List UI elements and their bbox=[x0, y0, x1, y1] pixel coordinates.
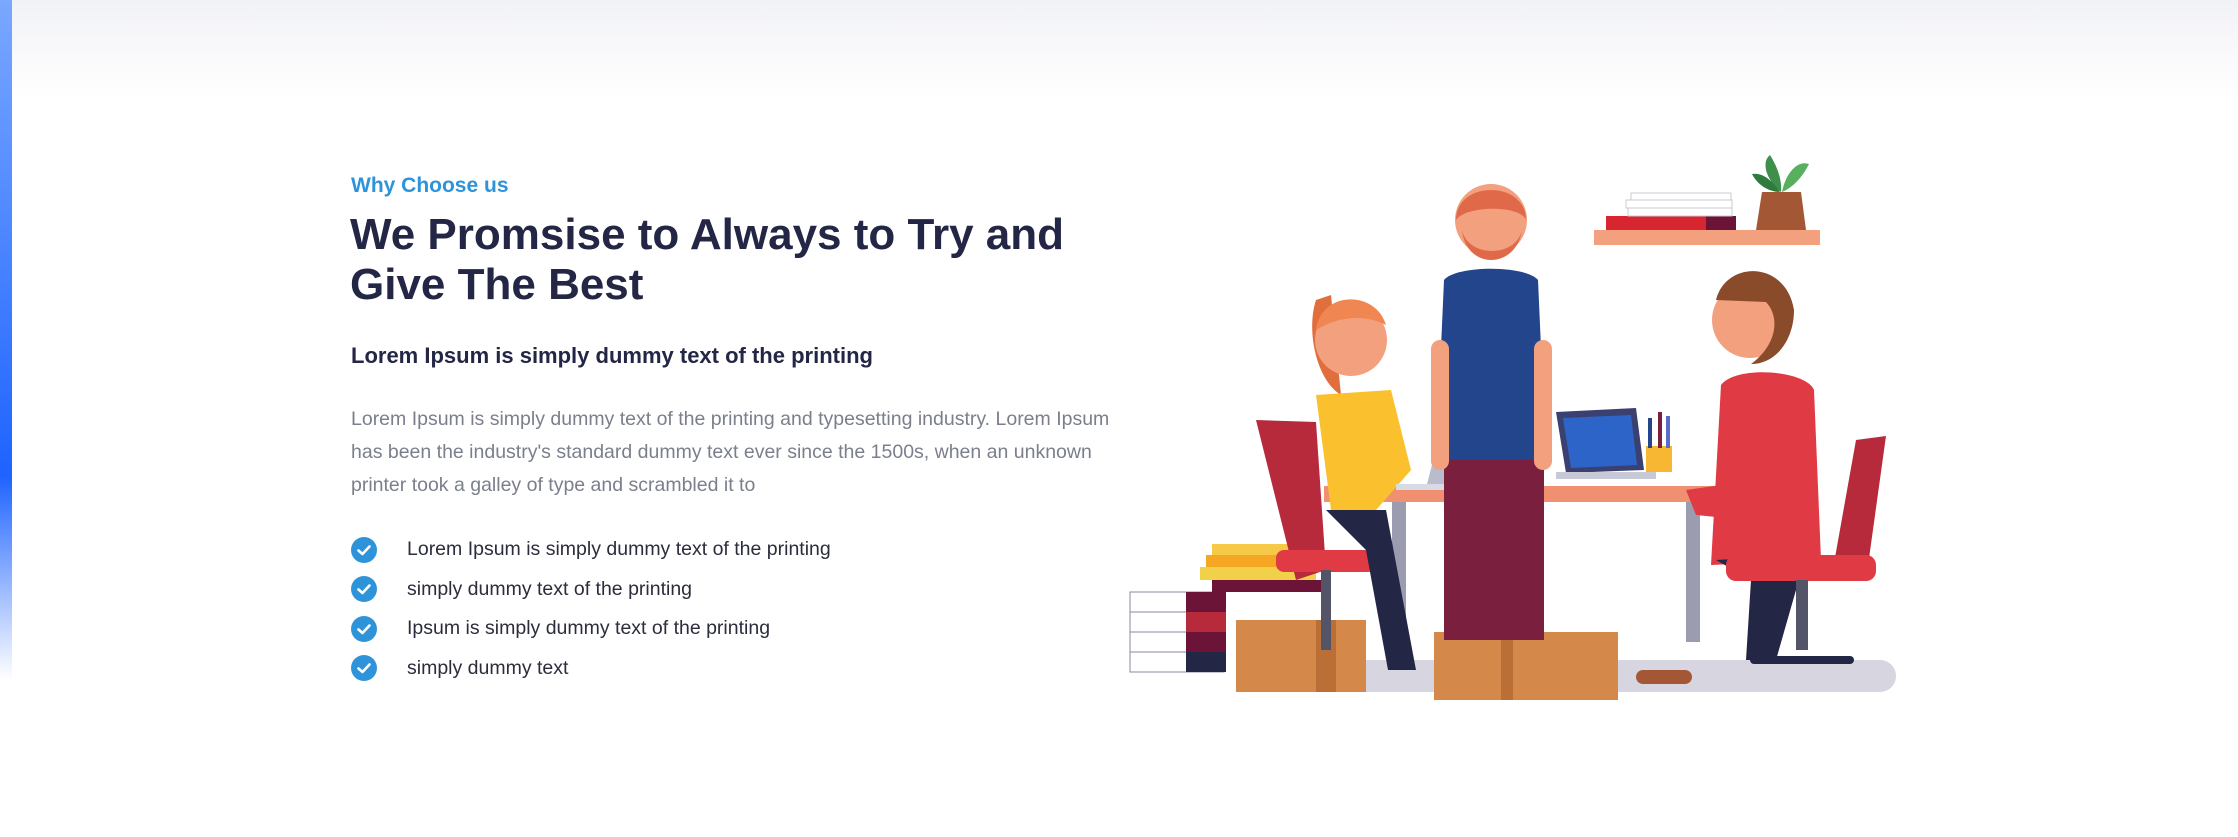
top-shadow bbox=[12, 0, 2238, 100]
list-item: Lorem Ipsum is simply dummy text of the … bbox=[351, 530, 831, 570]
team-working-illustration bbox=[1126, 150, 1926, 710]
list-item: simply dummy text bbox=[351, 649, 831, 689]
left-accent-bar bbox=[0, 0, 12, 680]
check-circle-icon bbox=[351, 576, 377, 603]
check-circle-icon bbox=[351, 536, 377, 563]
check-circle-icon bbox=[351, 655, 377, 682]
section-label: Why Choose us bbox=[351, 174, 509, 197]
list-item-text: Lorem Ipsum is simply dummy text of the … bbox=[407, 538, 831, 561]
list-item-text: simply dummy text of the printing bbox=[407, 577, 693, 600]
page-title: We Promsise to Always to Try and Give Th… bbox=[350, 210, 1064, 309]
list-item-text: simply dummy text bbox=[407, 656, 569, 679]
list-item: Ipsum is simply dummy text of the printi… bbox=[351, 609, 831, 649]
body-paragraph: Lorem Ipsum is simply dummy text of the … bbox=[351, 408, 1110, 496]
feature-list: Lorem Ipsum is simply dummy text of the … bbox=[351, 530, 831, 688]
list-item: simply dummy text of the printing bbox=[351, 570, 831, 610]
check-circle-icon bbox=[351, 615, 377, 642]
list-item-text: Ipsum is simply dummy text of the printi… bbox=[407, 617, 771, 640]
subheading: Lorem Ipsum is simply dummy text of the … bbox=[351, 343, 873, 368]
